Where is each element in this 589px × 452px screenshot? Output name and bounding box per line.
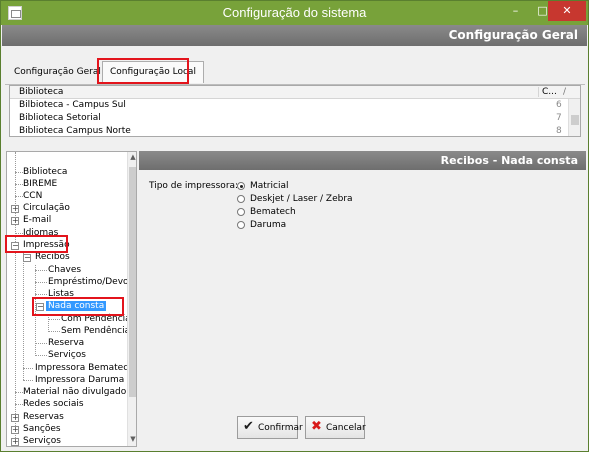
tree-guide-line [15, 392, 23, 393]
sort-indicator-icon: / [562, 87, 566, 97]
panel-title: Recibos - Nada consta [440, 154, 578, 167]
library-table: Biblioteca C... / Bilbioteca - Campus Sul… [9, 85, 581, 137]
tree-guide-line [35, 282, 47, 283]
tree-item-email[interactable]: E-mail [23, 215, 51, 225]
cancel-button-label: Cancelar [326, 423, 366, 433]
tree-guide-line [48, 319, 60, 320]
tree-item-sancoes[interactable]: Sanções [23, 424, 61, 434]
tree-guide-line [48, 331, 60, 332]
tree-item-reservas[interactable]: Reservas [23, 412, 64, 422]
title-bar[interactable]: Configuração do sistema – □ ✕ [1, 1, 588, 25]
tree-guide-line [23, 368, 33, 369]
column-header-code[interactable]: C... / [538, 87, 568, 97]
tree-guide-line [15, 404, 23, 405]
tree-item-impressora-bematech[interactable]: Impressora Bematech [35, 363, 134, 373]
close-button[interactable]: ✕ [548, 1, 586, 21]
tree-guide-line [15, 172, 23, 173]
tree-guide-line [48, 314, 49, 332]
radio-daruma-indicator[interactable] [237, 221, 245, 229]
system-config-window: Configuração do sistema – □ ✕ Configuraç… [0, 0, 589, 452]
column-header-code-label: C... [542, 87, 557, 97]
radio-matricial-label: Matricial [250, 181, 289, 191]
window-title: Configuração do sistema [222, 5, 367, 20]
table-scrollbar-thumb[interactable] [571, 115, 579, 125]
radio-bematech-indicator[interactable] [237, 208, 245, 216]
radio-deskjet-laser-zebra-indicator[interactable] [237, 195, 245, 203]
tree-guide-line [35, 355, 47, 356]
tree-item-idiomas[interactable]: Idiomas [23, 228, 58, 238]
scroll-up-icon[interactable]: ▲ [129, 153, 136, 161]
row-code: 7 [556, 113, 562, 123]
tree-item-redes-sociais[interactable]: Redes sociais [23, 399, 84, 409]
expand-reservas-icon[interactable]: + [11, 414, 19, 422]
cancel-x-icon: ✖ [311, 419, 322, 434]
tree-scrollbar-thumb[interactable] [129, 167, 136, 397]
tree-scrollbar[interactable]: ▲ ▼ [127, 152, 136, 446]
scroll-down-icon[interactable]: ▼ [129, 435, 136, 443]
row-name: Bilbioteca - Campus Sul [19, 100, 126, 110]
table-scrollbar[interactable] [568, 99, 580, 136]
tree-item-sem-pendencia[interactable]: Sem Pendência [61, 326, 130, 336]
tree-guide-line [35, 294, 47, 295]
table-row[interactable]: Biblioteca Campus Norte 8 [10, 125, 568, 138]
expand-sancoes-icon[interactable]: + [11, 426, 19, 434]
tree-guide-line [15, 196, 23, 197]
column-header-name[interactable]: Biblioteca [19, 87, 63, 97]
confirm-button[interactable]: ✔ Confirmar [237, 416, 303, 439]
collapse-nada-consta-icon[interactable]: − [36, 303, 44, 311]
expand-circulacao-icon[interactable]: + [11, 205, 19, 213]
tree-item-nada-consta[interactable]: Nada consta [46, 301, 107, 311]
row-name: Biblioteca Setorial [19, 113, 101, 123]
tree-item-chaves[interactable]: Chaves [48, 265, 81, 275]
settings-tree: Biblioteca BIREME CCN + Circulação + E-m… [6, 151, 137, 447]
radio-bematech-label: Bematech [250, 207, 296, 217]
tab-configuracao-local[interactable]: Configuração Local [102, 61, 204, 83]
cancel-button[interactable]: ✖ Cancelar [305, 416, 366, 439]
row-code: 8 [556, 126, 562, 136]
tree-guide-line [35, 270, 47, 271]
tree-item-reserva[interactable]: Reserva [48, 338, 84, 348]
collapse-recibos-icon[interactable]: − [23, 254, 31, 262]
radio-matricial-indicator[interactable] [237, 182, 245, 190]
tree-item-material-nao-divulgado[interactable]: Material não divulgado [23, 387, 126, 397]
tab-strip: Configuração Geral Configuração Local [5, 57, 585, 85]
radio-daruma-label: Daruma [250, 220, 287, 230]
radio-deskjet-laser-zebra-label: Deskjet / Laser / Zebra [250, 194, 353, 204]
collapse-impressao-icon[interactable]: − [11, 242, 19, 250]
tree-guide-line [15, 184, 23, 185]
expand-servicos-icon[interactable]: + [11, 438, 19, 446]
row-name: Biblioteca Campus Norte [19, 126, 131, 136]
tree-item-biblioteca[interactable]: Biblioteca [23, 167, 67, 177]
tree-guide-line [23, 253, 24, 380]
row-code: 6 [556, 100, 562, 110]
tab-configuracao-geral[interactable]: Configuração Geral [9, 64, 106, 80]
tree-item-com-pendencia[interactable]: Com Pendência [61, 314, 131, 324]
tree-guide-line [23, 380, 33, 381]
tree-guide-line [15, 233, 23, 234]
minimize-button[interactable]: – [502, 1, 529, 21]
expand-email-icon[interactable]: + [11, 217, 19, 225]
table-header: Biblioteca C... / [10, 86, 580, 99]
panel-header: Recibos - Nada consta [139, 151, 586, 170]
printer-type-label: Tipo de impressora: [149, 181, 239, 191]
tree-item-listas[interactable]: Listas [48, 289, 74, 299]
tree-item-circulacao[interactable]: Circulação [23, 203, 70, 213]
checkmark-icon: ✔ [243, 419, 254, 434]
header-band: Configuração Geral [2, 25, 587, 46]
confirm-button-label: Confirmar [258, 423, 303, 433]
table-row[interactable]: Bilbioteca - Campus Sul 6 [10, 99, 568, 112]
tree-item-servicos[interactable]: Serviços [23, 436, 61, 446]
tree-item-bireme[interactable]: BIREME [23, 179, 57, 189]
tree-item-impressora-daruma[interactable]: Impressora Daruma [35, 375, 124, 385]
tree-item-impressao[interactable]: Impressão [23, 240, 70, 250]
tree-guide-line [35, 343, 47, 344]
tree-item-servicos-recibo[interactable]: Serviços [48, 350, 86, 360]
header-title: Configuração Geral [448, 28, 578, 42]
tree-item-recibos[interactable]: Recibos [35, 252, 70, 262]
tree-item-emprestimo-devolucao[interactable]: Empréstimo/Devolução [48, 277, 136, 287]
tree-item-ccn[interactable]: CCN [23, 191, 42, 201]
table-row[interactable]: Biblioteca Setorial 7 [10, 112, 568, 125]
